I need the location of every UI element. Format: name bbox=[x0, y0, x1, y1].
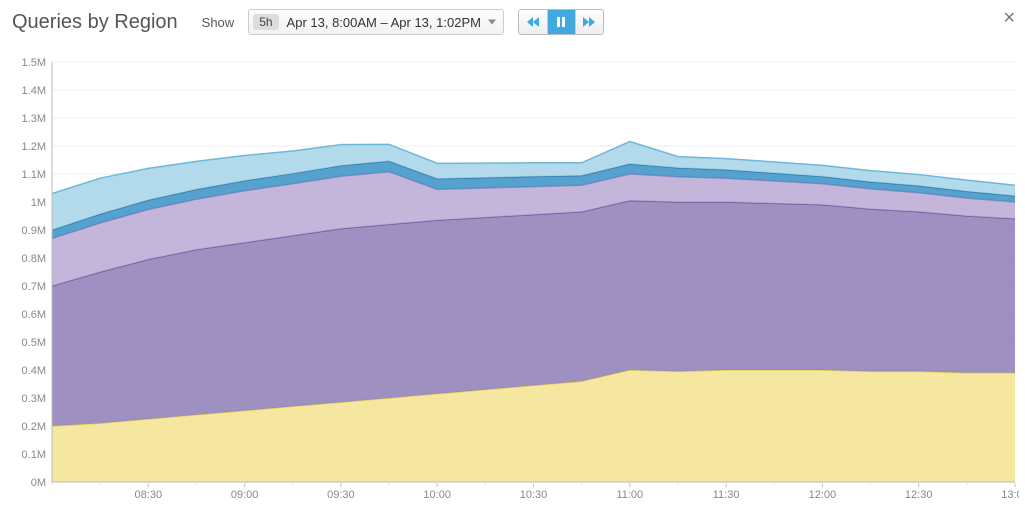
svg-text:0.4M: 0.4M bbox=[22, 365, 46, 377]
pause-button[interactable] bbox=[547, 10, 575, 34]
svg-text:10:30: 10:30 bbox=[520, 489, 548, 501]
close-button[interactable]: × bbox=[1003, 8, 1015, 28]
svg-text:09:30: 09:30 bbox=[327, 489, 355, 501]
svg-text:11:00: 11:00 bbox=[616, 489, 643, 501]
svg-text:0.2M: 0.2M bbox=[22, 421, 46, 433]
playback-controls bbox=[518, 9, 604, 35]
svg-text:10:00: 10:00 bbox=[423, 489, 451, 501]
svg-text:12:00: 12:00 bbox=[809, 489, 837, 501]
chevron-down-icon bbox=[488, 20, 496, 25]
svg-text:08:30: 08:30 bbox=[135, 489, 163, 501]
range-duration-badge: 5h bbox=[253, 14, 278, 30]
svg-text:1.2M: 1.2M bbox=[22, 141, 46, 153]
svg-text:0.3M: 0.3M bbox=[22, 393, 46, 405]
svg-text:13:00: 13:00 bbox=[1001, 489, 1019, 501]
svg-text:1.1M: 1.1M bbox=[22, 169, 46, 181]
svg-text:12:30: 12:30 bbox=[905, 489, 933, 501]
svg-text:1.3M: 1.3M bbox=[22, 113, 46, 125]
rewind-button[interactable] bbox=[519, 10, 547, 34]
svg-text:0.7M: 0.7M bbox=[22, 281, 46, 293]
svg-text:1M: 1M bbox=[31, 197, 46, 209]
svg-text:0.9M: 0.9M bbox=[22, 225, 46, 237]
svg-text:1.5M: 1.5M bbox=[22, 57, 46, 69]
svg-text:09:00: 09:00 bbox=[231, 489, 259, 501]
svg-text:11:30: 11:30 bbox=[713, 489, 740, 501]
svg-text:0.1M: 0.1M bbox=[22, 449, 46, 461]
show-label: Show bbox=[202, 15, 235, 30]
svg-text:0.6M: 0.6M bbox=[22, 309, 46, 321]
svg-text:0.8M: 0.8M bbox=[22, 253, 46, 265]
svg-text:0M: 0M bbox=[31, 477, 46, 489]
chart-header: Queries by Region Show 5h Apr 13, 8:00AM… bbox=[0, 0, 1025, 42]
range-text: Apr 13, 8:00AM – Apr 13, 1:02PM bbox=[287, 15, 481, 30]
close-icon: × bbox=[1003, 7, 1015, 29]
forward-button[interactable] bbox=[575, 10, 603, 34]
chart-title: Queries by Region bbox=[12, 11, 178, 34]
svg-text:0.5M: 0.5M bbox=[22, 337, 46, 349]
svg-text:1.4M: 1.4M bbox=[22, 85, 46, 97]
time-range-select[interactable]: 5h Apr 13, 8:00AM – Apr 13, 1:02PM bbox=[248, 9, 504, 35]
chart-area: 0M 0.1M 0.2M 0.3M 0.4M 0.5M 0.6M 0.7M 0.8M 0.9M 1M… bbox=[10, 46, 1019, 504]
